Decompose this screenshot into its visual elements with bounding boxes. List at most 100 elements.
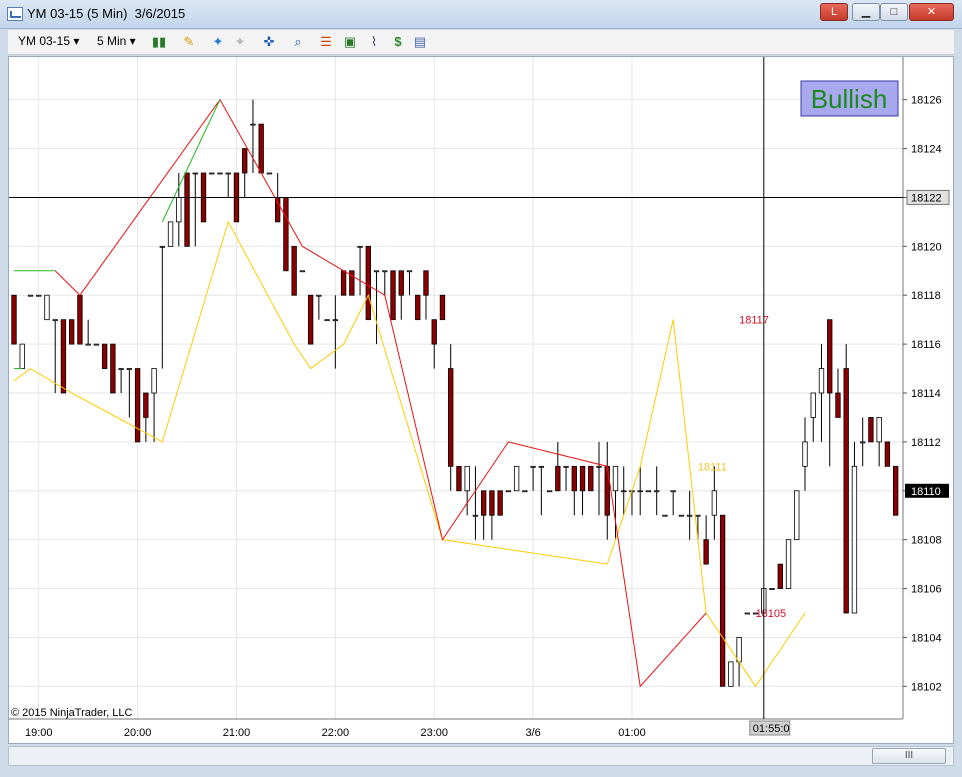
candle-up (678, 514, 685, 517)
price-chart[interactable]: 19:00 20:00 21:00 22:00 23:00 3/6 01:00 18126 18… (9, 57, 953, 743)
chart-panel[interactable]: 19:00 20:00 21:00 22:00 23:00 3/6 01:00 18126 18… (8, 56, 954, 744)
candle-up (851, 465, 858, 614)
candle-down (242, 148, 248, 174)
price-tick-label: 18112 (911, 437, 941, 449)
candle-up (596, 465, 602, 468)
candle-up (93, 343, 100, 346)
crosshair-price-label: 18122 (911, 192, 942, 204)
strategy-icon[interactable]: ▣ (342, 34, 358, 49)
close-button[interactable]: ✕ (909, 3, 954, 21)
candle-up (44, 294, 50, 321)
candle-down (11, 294, 17, 345)
candle-down (497, 490, 503, 516)
candle-down (579, 465, 586, 492)
maximize-button[interactable]: □ (880, 3, 908, 21)
candle-down (184, 172, 190, 247)
pencil-icon[interactable]: ✎ (181, 34, 197, 49)
candle-up (27, 294, 34, 297)
crosshair-icon[interactable]: ✜ (261, 34, 277, 49)
candle-up (192, 172, 198, 175)
candle-down (390, 270, 396, 321)
properties-icon[interactable]: ☰ (318, 34, 334, 49)
signal-label: Bullish (811, 84, 888, 114)
window-title: YM 03-15 (5 Min) 3/6/2015 (27, 6, 186, 21)
candle-down (588, 465, 594, 492)
candle-down (719, 514, 726, 687)
draw-tool-disabled-icon: ✦ (234, 34, 246, 49)
candle-up (176, 197, 182, 223)
candle-up (126, 368, 133, 370)
horizontal-scrollbar[interactable]: III (8, 746, 954, 766)
interval-selector[interactable]: 5 Min ▾ (97, 34, 136, 48)
candle-down (480, 490, 487, 516)
candle-up (785, 539, 792, 589)
price-annotation: 18117 (739, 315, 769, 327)
dollar-icon[interactable]: $ (390, 34, 406, 49)
candle-up (52, 319, 58, 322)
price-tick-label: 18108 (911, 535, 942, 547)
candle-up (818, 368, 825, 394)
price-annotation: 18111 (698, 461, 727, 473)
candle-down (340, 270, 347, 296)
candle-down (291, 245, 297, 296)
candle-up (546, 490, 553, 493)
candle-up (744, 612, 750, 615)
time-tick-label: 01:00 (618, 727, 646, 739)
template-icon[interactable]: ▤ (412, 34, 428, 49)
interval-label: 5 Min (97, 34, 127, 48)
candle-down (448, 368, 454, 467)
minimize-button[interactable]: ▁ (852, 3, 880, 21)
candle-up (860, 441, 866, 444)
candle-down (275, 197, 281, 223)
candle-up (794, 490, 800, 541)
candle-down (110, 343, 116, 394)
price-tick-label: 18124 (911, 144, 942, 156)
zoom-icon[interactable]: ⌕ (290, 34, 306, 49)
price-tick-label: 18120 (911, 241, 942, 253)
candle-down (423, 270, 429, 296)
candle-down (439, 294, 446, 321)
candle-down (843, 368, 849, 614)
candle-up (530, 465, 536, 468)
copyright-label: © 2015 NinjaTrader, LLC (11, 707, 132, 719)
instrument-selector[interactable]: YM 03-15 ▾ (18, 34, 79, 48)
time-tick-label: 19:00 (25, 727, 53, 739)
alert-indicator-button[interactable]: L (820, 3, 848, 21)
candle-up (876, 417, 882, 443)
candle-up (85, 343, 91, 346)
candle-down (555, 465, 561, 492)
candle-up (612, 465, 619, 492)
crosshair-time-label: 01:55:0 (753, 723, 790, 735)
candle-up (118, 368, 124, 370)
indicator-icon[interactable]: ⌇ (366, 34, 382, 49)
instrument-label: YM 03-15 (18, 34, 71, 48)
candle-down (868, 417, 874, 443)
candle-down (398, 270, 404, 296)
scroll-thumb[interactable]: III (872, 748, 946, 764)
candle-down (827, 319, 833, 394)
price-tick-label: 18114 (911, 388, 941, 400)
candle-up (769, 588, 775, 590)
candle-down (489, 490, 495, 516)
candle-up (695, 514, 701, 517)
candle-up (373, 270, 380, 273)
draw-tool-icon[interactable]: ✦ (210, 34, 226, 49)
chart-toolbar: YM 03-15 ▾ 5 Min ▾ ▮▮ ✎ ✦ ✦ ✜ ⌕ ☰ ▣ ⌇ $ … (8, 30, 954, 55)
candle-down (143, 392, 149, 418)
candle-up (522, 490, 528, 493)
candle-down (571, 465, 577, 492)
candlestick-icon[interactable]: ▮▮ (151, 34, 167, 49)
price-annotation: 18105 (756, 608, 787, 620)
candle-up (332, 319, 339, 322)
candle-up (637, 490, 643, 493)
candle-up (662, 514, 668, 517)
time-tick-label: 23:00 (420, 727, 448, 739)
candle-up (357, 245, 363, 248)
candle-down (307, 294, 314, 345)
candle-up (654, 490, 660, 493)
candle-down (365, 245, 371, 321)
candle-up (159, 245, 165, 248)
candle-up (728, 661, 734, 687)
candle-down (456, 465, 462, 492)
candle-down (892, 465, 899, 516)
